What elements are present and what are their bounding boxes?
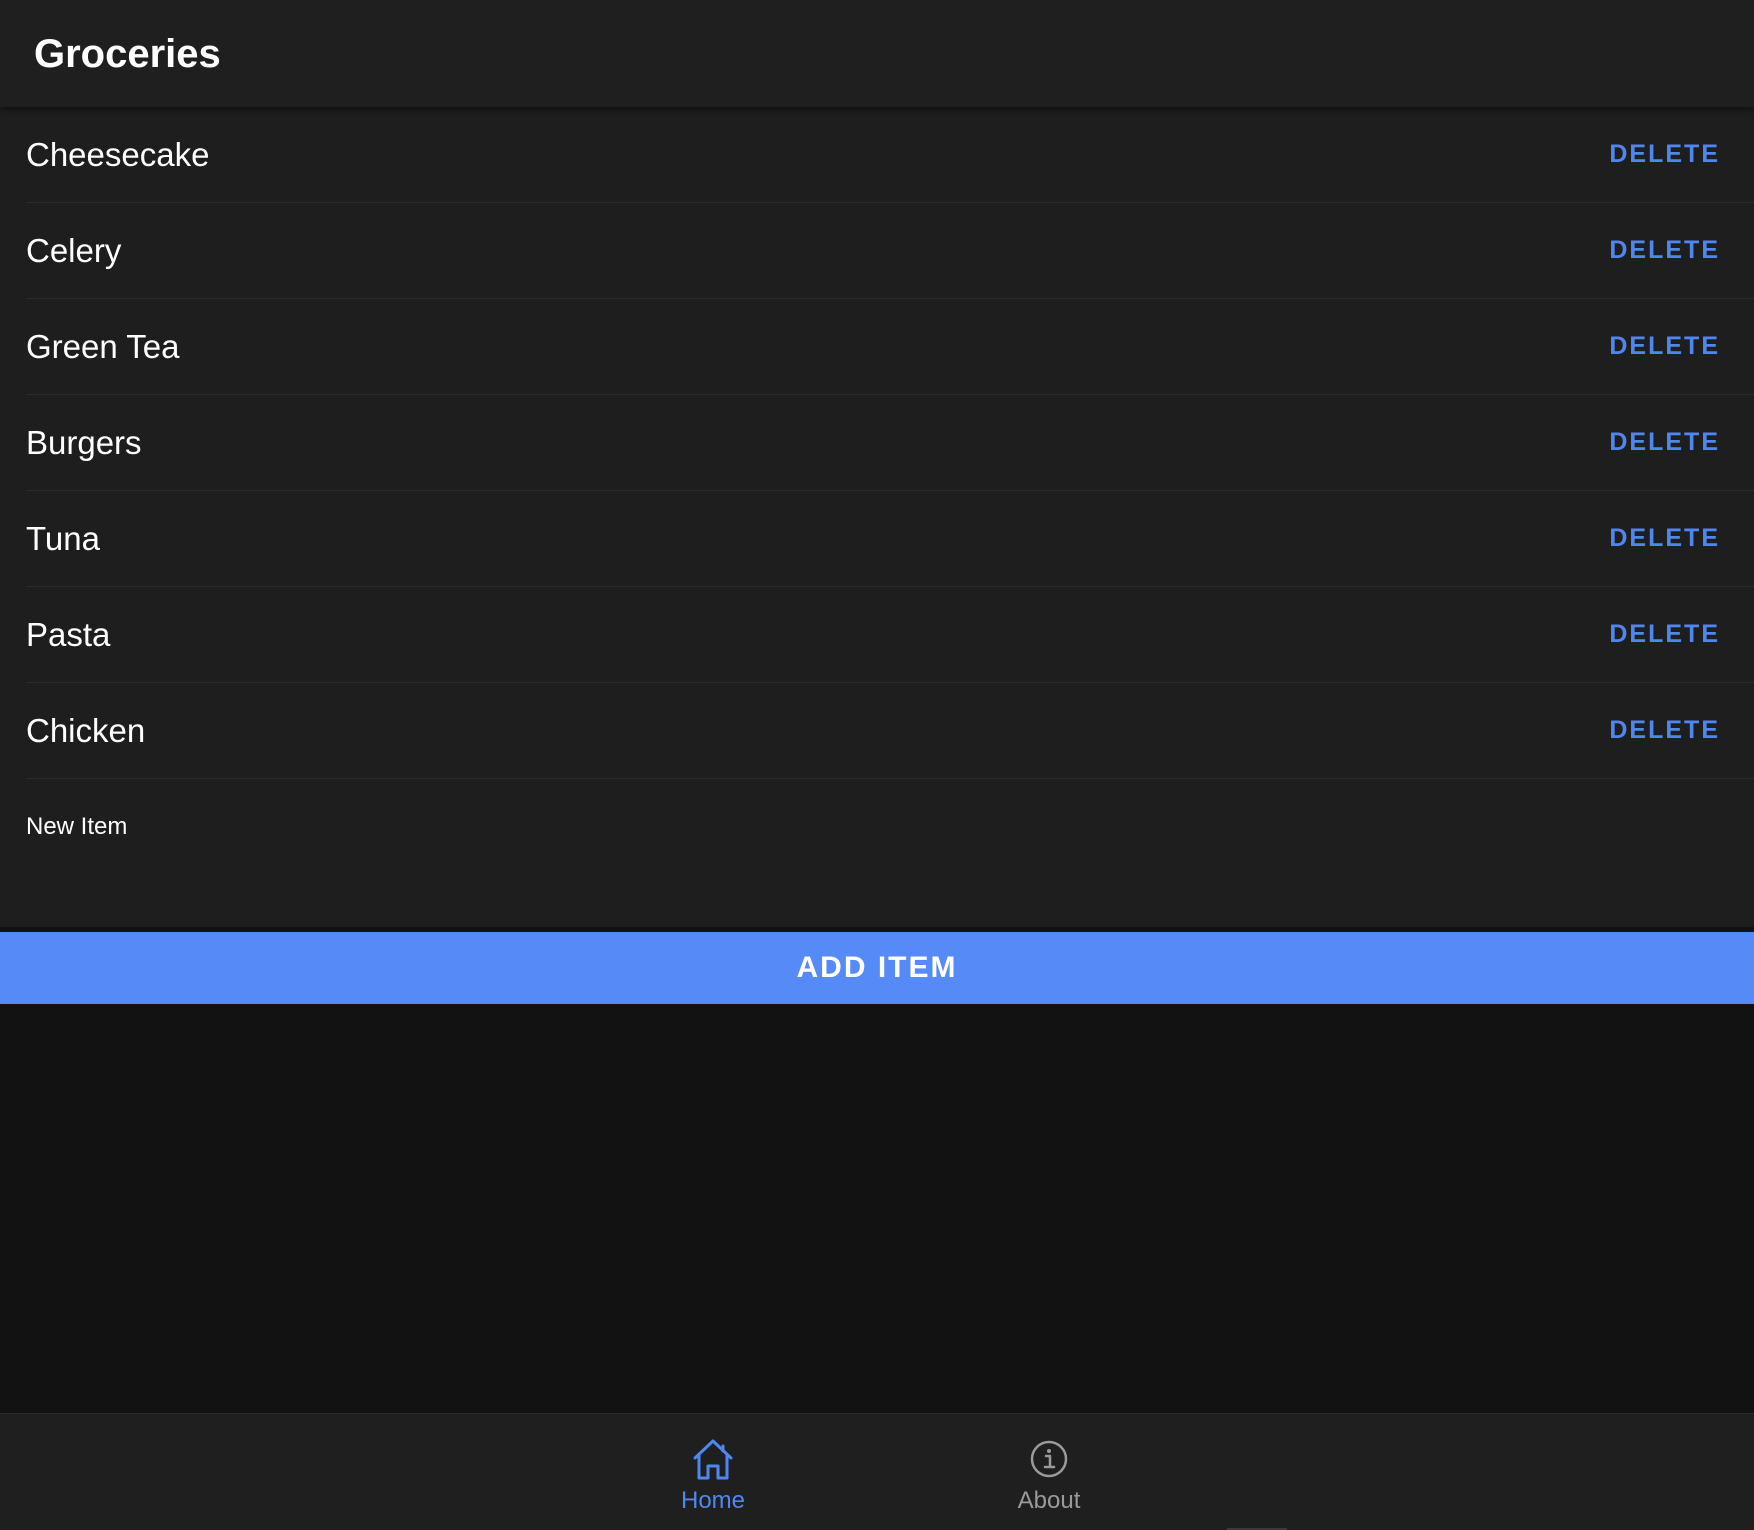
delete-button[interactable]: DELETE [1609, 299, 1720, 394]
tab-home[interactable]: Home [613, 1414, 813, 1524]
new-item-input[interactable] [26, 807, 1716, 847]
item-label: Cheesecake [26, 136, 210, 173]
list-item: Tuna DELETE [26, 491, 1754, 587]
delete-button[interactable]: DELETE [1609, 683, 1720, 778]
delete-button[interactable]: DELETE [1609, 395, 1720, 490]
delete-button[interactable]: DELETE [1609, 203, 1720, 298]
new-item-row [26, 779, 1726, 879]
list-item: Burgers DELETE [26, 395, 1754, 491]
tab-about[interactable]: About [949, 1414, 1149, 1524]
list-item: Celery DELETE [26, 203, 1754, 299]
item-label: Burgers [26, 424, 142, 461]
item-label: Chicken [26, 712, 146, 749]
list-item: Green Tea DELETE [26, 299, 1754, 395]
delete-button[interactable]: DELETE [1609, 491, 1720, 586]
grocery-list: Cheesecake DELETE Celery DELETE Green Te… [0, 107, 1754, 927]
home-icon [693, 1439, 733, 1480]
tab-about-label: About [1017, 1487, 1081, 1514]
tab-home-label: Home [680, 1487, 746, 1514]
item-label: Celery [26, 232, 122, 269]
app-root: Groceries Cheesecake DELETE Celery DELET… [0, 0, 1754, 1530]
list-item: Chicken DELETE [26, 683, 1754, 779]
info-icon [1030, 1440, 1068, 1478]
list-item: Cheesecake DELETE [26, 107, 1754, 203]
item-label: Pasta [26, 616, 111, 653]
item-label: Tuna [26, 520, 100, 557]
delete-button[interactable]: DELETE [1609, 587, 1720, 682]
delete-button[interactable]: DELETE [1609, 107, 1720, 202]
add-item-button[interactable]: ADD ITEM [0, 932, 1754, 1004]
item-label: Green Tea [26, 328, 180, 365]
page-title: Groceries [34, 32, 221, 76]
app-header: Groceries [0, 0, 1754, 107]
list-item: Pasta DELETE [26, 587, 1754, 683]
bottom-tab-bar: Home About [0, 1413, 1754, 1530]
